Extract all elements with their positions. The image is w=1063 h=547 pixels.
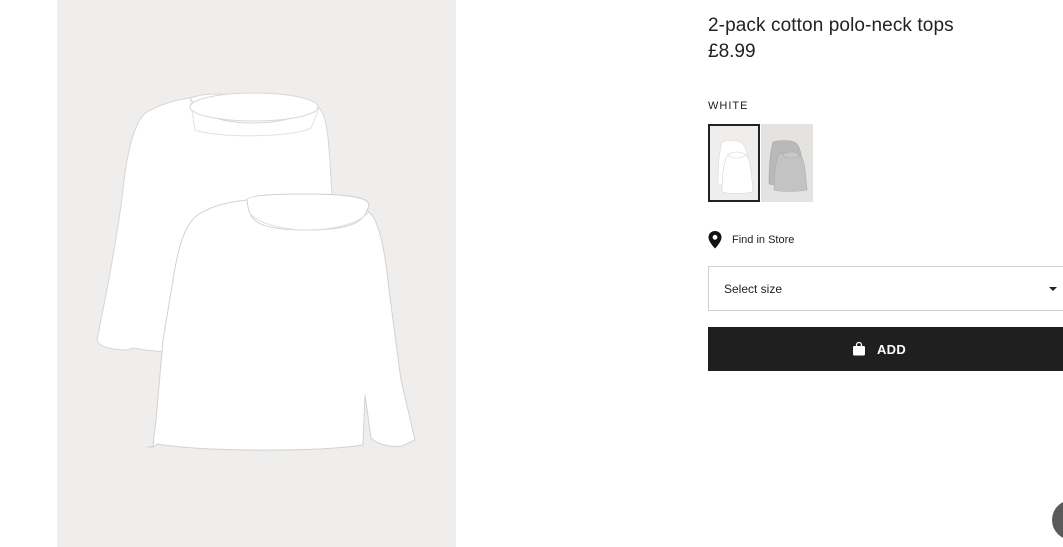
- color-swatch-white[interactable]: [708, 124, 760, 202]
- chat-button[interactable]: [1052, 500, 1063, 540]
- product-image[interactable]: [57, 0, 456, 547]
- white-tops-thumbnail: [717, 140, 754, 194]
- product-price: £8.99: [708, 41, 756, 62]
- location-pin-icon: [708, 231, 722, 249]
- add-to-bag-button[interactable]: ADD: [708, 327, 1063, 371]
- size-select[interactable]: Select size: [708, 266, 1063, 311]
- selected-color-label: WHITE: [708, 100, 749, 112]
- polo-neck-tops-illustration: [96, 92, 416, 451]
- find-in-store-link[interactable]: Find in Store: [708, 231, 794, 249]
- product-title: 2-pack cotton polo-neck tops: [708, 15, 954, 36]
- caret-down-icon: [1049, 287, 1057, 291]
- grey-tops-thumbnail: [768, 140, 808, 192]
- find-in-store-label: Find in Store: [732, 234, 795, 246]
- color-swatch-grey[interactable]: [761, 124, 813, 202]
- size-select-label: Select size: [724, 281, 783, 296]
- shopping-bag-icon: [852, 341, 866, 356]
- add-button-label: ADD: [876, 341, 907, 357]
